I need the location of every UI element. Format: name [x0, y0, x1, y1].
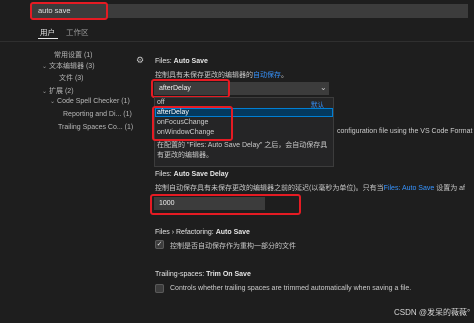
tree-item-label: 文本编辑器 (3) — [49, 63, 95, 70]
gear-icon[interactable]: ⚙ — [136, 55, 144, 66]
title-bold: Auto Save Delay — [173, 171, 229, 178]
chevron-down-icon: ⌄ — [42, 64, 48, 70]
tree-item-common[interactable]: 常用设置 (1) — [54, 50, 93, 60]
tree-item-label: Reporting and Di... (1) — [63, 111, 132, 118]
watermark: CSDN @发呆的薇薇° — [394, 308, 471, 317]
tree-item-label: 常用设置 (1) — [54, 52, 93, 59]
tree-item-label: Trailing Spaces Co... (1) — [58, 124, 134, 131]
option-description: 在配置的 "Files: Auto Save Delay" 之后，会自动保存具有… — [157, 142, 328, 159]
refactoring-auto-save-checkbox[interactable]: ✓ — [155, 240, 164, 249]
auto-save-delay-description: 控制自动保存具有未保存更改的编辑器之前的延迟(以毫秒为单位)。只有当Files:… — [155, 183, 465, 193]
default-tag: 默认 — [311, 102, 324, 109]
option-off[interactable]: off — [157, 99, 165, 106]
tree-item-label: 扩展 (2) — [49, 88, 74, 95]
tab-divider — [0, 41, 474, 42]
auto-save-delay-title: Files: Auto Save Delay — [155, 171, 229, 178]
tree-item-extensions[interactable]: ⌄ 扩展 (2) — [42, 86, 74, 96]
refactoring-auto-save-description: 控制是否自动保存作为重构一部分的文件 — [170, 243, 296, 250]
tab-active-underline — [38, 38, 58, 39]
chevron-down-icon: ⌄ — [42, 89, 48, 95]
trim-on-save-checkbox[interactable] — [155, 284, 164, 293]
config-note: configuration file using the VS Code For… — [337, 128, 473, 135]
tree-item-files[interactable]: 文件 (3) — [59, 73, 84, 83]
auto-save-link[interactable]: 自动保存 — [253, 72, 281, 79]
title-prefix: Files › Refactoring: — [155, 229, 216, 236]
delay-highlight-annotation — [150, 194, 301, 215]
desc-text: 控制具有未保存更改的编辑器的 — [155, 72, 253, 79]
trim-on-save-title: Trailing-spaces: Trim On Save — [155, 271, 251, 278]
tab-user[interactable]: 用户 — [40, 27, 55, 38]
title-bold: Auto Save — [215, 229, 250, 236]
title-prefix: Files: — [155, 58, 174, 65]
tree-item-code-spell-checker[interactable]: ⌄ Code Spell Checker (1) — [50, 98, 130, 105]
tree-item-trailing-spaces[interactable]: Trailing Spaces Co... (1) — [58, 124, 133, 131]
auto-save-title: Files: Auto Save — [155, 58, 208, 65]
trim-on-save-description: Controls whether trailing spaces are tri… — [170, 285, 412, 292]
desc-end: 设置为 af — [436, 185, 466, 192]
tree-item-label: 文件 (3) — [59, 75, 84, 82]
tab-workspace[interactable]: 工作区 — [66, 27, 89, 38]
title-prefix: Files: — [155, 171, 174, 178]
chevron-down-icon: ⌄ — [50, 99, 56, 105]
desc-text: 控制自动保存具有未保存更改的编辑器之前的延迟(以毫秒为单位)。只有当 — [155, 185, 384, 192]
title-prefix: Trailing-spaces: — [155, 271, 207, 278]
title-bold: Auto Save — [173, 58, 208, 65]
auto-save-link[interactable]: Files: Auto Save — [384, 185, 435, 192]
desc-end: 。 — [281, 72, 288, 79]
options-highlight-annotation — [152, 106, 233, 141]
tree-item-text-editor[interactable]: ⌄ 文本编辑器 (3) — [42, 61, 95, 71]
tree-item-reporting[interactable]: Reporting and Di... (1) — [63, 111, 132, 118]
select-highlight-annotation — [151, 79, 230, 98]
chevron-down-icon[interactable]: ⌄ — [320, 83, 327, 92]
refactoring-auto-save-title: Files › Refactoring: Auto Save — [155, 229, 250, 236]
title-bold: Trim On Save — [206, 271, 251, 278]
tree-item-label: Code Spell Checker (1) — [57, 98, 130, 105]
search-highlight-annotation — [30, 2, 108, 20]
